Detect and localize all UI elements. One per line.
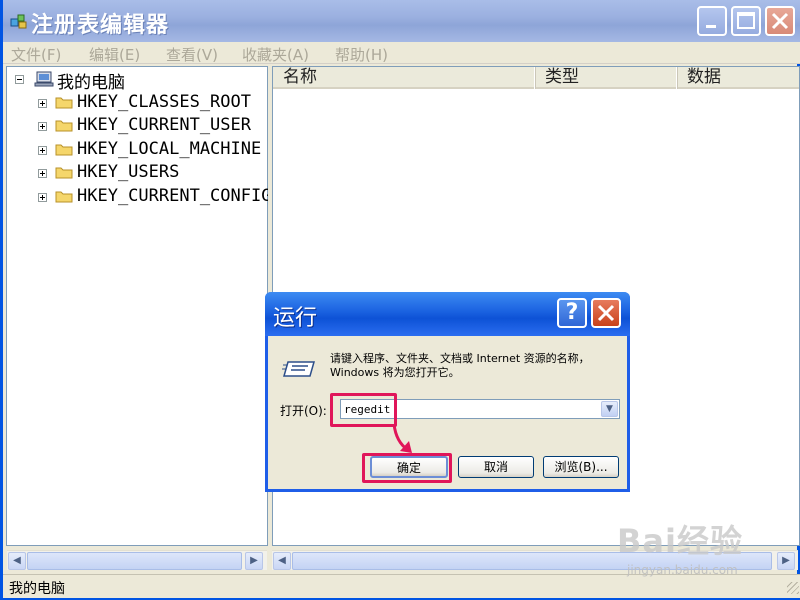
menu-view[interactable]: 查看(V) [166,44,218,65]
tree-horizontal-scrollbar[interactable]: ◀ ▶ [7,550,267,570]
run-dialog-title-bar[interactable]: 运行 ? [265,292,630,336]
close-icon [771,12,789,30]
expand-icon[interactable] [38,169,47,178]
dialog-close-button[interactable] [591,298,621,328]
tree-key-classes-root[interactable]: HKEY_CLASSES_ROOT [77,92,251,112]
collapse-icon[interactable] [15,75,24,84]
ok-highlight-box [362,453,452,483]
run-dialog-description: 请键入程序、文件夹、文档或 Internet 资源的名称，Windows 将为您… [330,352,590,379]
expand-icon[interactable] [38,193,47,202]
folder-icon [55,191,73,203]
run-dialog-title: 运行 [273,306,318,331]
scroll-right-icon[interactable]: ▶ [245,552,263,570]
scroll-thumb[interactable] [27,552,242,570]
resize-grip-icon[interactable] [787,582,799,594]
menu-favorites[interactable]: 收藏夹(A) [242,44,309,65]
scroll-left-icon[interactable]: ◀ [8,552,26,570]
minimize-button[interactable] [697,6,727,36]
expand-icon[interactable] [38,122,47,131]
title-bar[interactable]: 注册表编辑器 [3,0,800,42]
tree-key-current-config[interactable]: HKEY_CURRENT_CONFIG [77,186,271,206]
watermark-url: jingyan.baidu.com [627,563,738,577]
status-text: 我的电脑 [9,581,65,597]
menu-file[interactable]: 文件(F) [11,44,61,65]
tree-key-current-user[interactable]: HKEY_CURRENT_USER [77,115,251,135]
menu-help[interactable]: 帮助(H) [335,44,388,65]
scroll-right-icon[interactable]: ▶ [777,552,795,570]
window-title: 注册表编辑器 [31,13,170,38]
expand-icon[interactable] [38,146,47,155]
folder-icon [55,97,73,109]
menu-bar: 文件(F) 编辑(E) 查看(V) 收藏夹(A) 帮助(H) [3,42,800,64]
computer-icon [34,71,54,87]
scroll-left-icon[interactable]: ◀ [273,552,291,570]
maximize-button[interactable] [731,6,761,36]
menu-edit[interactable]: 编辑(E) [89,44,140,65]
expand-icon[interactable] [38,99,47,108]
registry-tree[interactable]: 我的电脑 HKEY_CLASSES_ROOT HKEY_CURRENT_USER… [6,66,271,546]
open-label: 打开(O): [280,404,327,418]
column-type[interactable]: 类型 [535,67,677,89]
watermark-logo: Bai经验 [617,522,743,560]
run-icon [282,361,315,377]
help-button[interactable]: ? [557,298,587,328]
cancel-button[interactable]: 取消 [458,456,534,478]
folder-icon [55,144,73,156]
browse-button[interactable]: 浏览(B)... [543,456,619,478]
tree-root-my-computer[interactable]: 我的电脑 [57,68,125,93]
folder-icon [55,167,73,179]
annotation-arrow-icon [392,424,412,453]
minimize-icon [706,25,716,28]
folder-icon [55,120,73,132]
tree-key-users[interactable]: HKEY_USERS [77,162,179,182]
registry-editor-icon [10,14,27,29]
close-icon [597,304,615,322]
close-button[interactable] [765,6,795,36]
tree-key-local-machine[interactable]: HKEY_LOCAL_MACHINE [77,139,261,159]
status-bar: 我的电脑 [3,574,800,598]
column-name[interactable]: 名称 [273,67,535,89]
maximize-icon [737,12,755,29]
column-header: 名称 类型 数据 [273,67,799,89]
dropdown-arrow-icon[interactable]: ▼ [601,401,618,417]
input-highlight-box [330,393,397,427]
column-data[interactable]: 数据 [677,67,799,89]
